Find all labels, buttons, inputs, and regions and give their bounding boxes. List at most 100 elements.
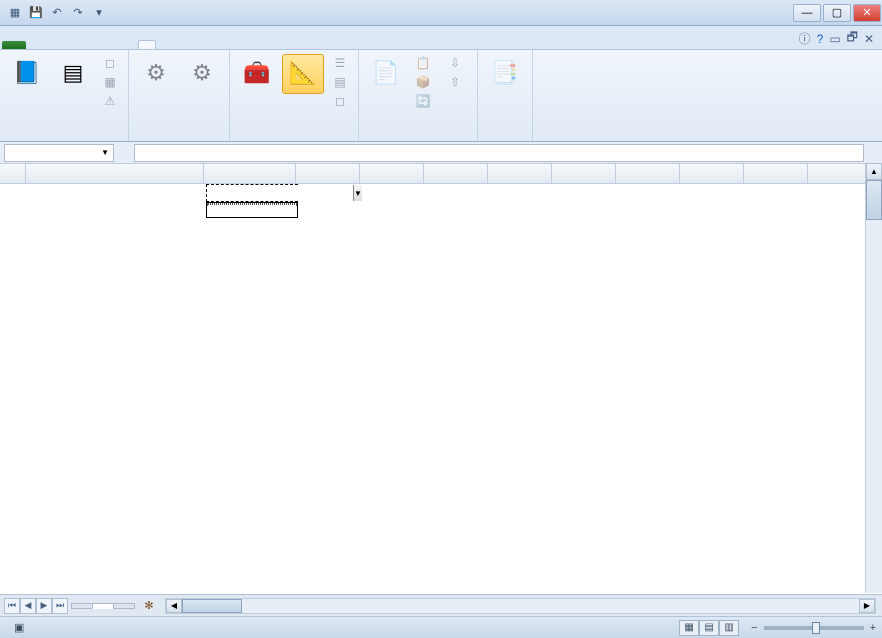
document-panel-button[interactable]: 📑: [484, 54, 526, 94]
tab-view[interactable]: [122, 41, 138, 49]
maximize-button[interactable]: ▢: [823, 4, 851, 22]
view-code-icon: ▤: [332, 74, 348, 90]
col-header-a[interactable]: [26, 164, 204, 184]
refs-icon: ▦: [102, 74, 118, 90]
sheet-tab-3[interactable]: [113, 603, 135, 609]
page-break-view-icon[interactable]: ▥: [719, 620, 739, 636]
quick-access-toolbar: ▦ 💾 ↶ ↷ ▾: [0, 4, 108, 22]
normal-view-icon[interactable]: ▦: [679, 620, 699, 636]
options-icon[interactable]: ⓘ: [799, 30, 811, 47]
scroll-left-icon[interactable]: ◀: [166, 599, 182, 613]
sheet-nav-first-icon[interactable]: ⏮: [4, 598, 20, 614]
design-mode-button[interactable]: 📐: [282, 54, 324, 94]
refresh-data-button[interactable]: 🔄: [411, 92, 439, 110]
run-dialog-button[interactable]: ◻: [328, 92, 352, 110]
import-button[interactable]: ⇩: [443, 54, 471, 72]
formula-input[interactable]: [134, 144, 864, 162]
sheet-nav-prev-icon[interactable]: ◀: [20, 598, 36, 614]
export-button[interactable]: ⇧: [443, 73, 471, 91]
properties-icon: ☰: [332, 55, 348, 71]
horizontal-scrollbar[interactable]: ◀ ▶: [165, 598, 876, 614]
minimize-button[interactable]: —: [793, 4, 821, 22]
spreadsheet-grid: [0, 164, 882, 594]
source-button[interactable]: 📄: [365, 54, 407, 94]
record-macro-button[interactable]: ◻: [98, 54, 122, 72]
minimize-ribbon-icon[interactable]: ▭: [829, 32, 840, 46]
scroll-up-icon[interactable]: ▲: [866, 163, 882, 180]
tab-home[interactable]: [26, 41, 42, 49]
tab-developer[interactable]: [138, 40, 156, 49]
excel-icon: ▦: [6, 4, 24, 22]
relative-refs-button[interactable]: ▦: [98, 73, 122, 91]
insert-sheet-icon[interactable]: ✻: [139, 599, 159, 612]
record-icon: ◻: [102, 55, 118, 71]
vertical-scrollbar[interactable]: ▲: [865, 163, 882, 593]
group-xml: 📄 📋 📦 🔄 ⇩ ⇧: [359, 50, 478, 141]
tab-formulas[interactable]: [74, 41, 90, 49]
group-modify: 📑: [478, 50, 533, 141]
addins-button[interactable]: ⚙: [135, 54, 177, 94]
save-icon[interactable]: 💾: [27, 4, 45, 22]
view-buttons: ▦ ▤ ▥: [679, 620, 739, 636]
docpanel-icon: 📑: [489, 57, 521, 89]
close-doc-icon[interactable]: ✕: [864, 32, 874, 46]
help-icon[interactable]: ?: [817, 32, 824, 46]
col-header-f[interactable]: [488, 164, 552, 184]
undo-icon[interactable]: ↶: [48, 4, 66, 22]
zoom-knob[interactable]: [812, 622, 820, 634]
col-header-b[interactable]: [204, 164, 296, 184]
group-code: 📘 ▤ ◻ ▦ ⚠: [0, 50, 129, 141]
group-controls: 🧰 📐 ☰ ▤ ◻: [230, 50, 359, 141]
insert-control-button[interactable]: 🧰: [236, 54, 278, 94]
close-button[interactable]: ✕: [853, 4, 881, 22]
sheet-tab-1[interactable]: [71, 603, 93, 609]
col-header-h[interactable]: [616, 164, 680, 184]
scroll-right-icon[interactable]: ▶: [859, 599, 875, 613]
macro-security-button[interactable]: ⚠: [98, 92, 122, 110]
col-header-g[interactable]: [552, 164, 616, 184]
zoom-out-icon[interactable]: −: [751, 622, 757, 634]
name-box[interactable]: ▼: [4, 144, 114, 162]
col-header-e[interactable]: [424, 164, 488, 184]
properties-button[interactable]: ☰: [328, 54, 352, 72]
select-all-corner[interactable]: [0, 164, 26, 184]
view-code-button[interactable]: ▤: [328, 73, 352, 91]
macro-record-icon[interactable]: ▣: [14, 621, 24, 634]
com-addins-button[interactable]: ⚙: [181, 54, 223, 94]
sheet-tab-2[interactable]: [92, 603, 114, 609]
tab-data[interactable]: [90, 41, 106, 49]
col-header-j[interactable]: [744, 164, 808, 184]
zoom-in-icon[interactable]: +: [870, 622, 876, 634]
visual-basic-button[interactable]: 📘: [6, 54, 48, 94]
tab-addins[interactable]: [156, 41, 172, 49]
sheet-nav-next-icon[interactable]: ▶: [36, 598, 52, 614]
map-properties-button[interactable]: 📋: [411, 54, 439, 72]
zoom-slider[interactable]: [764, 626, 864, 630]
macros-button[interactable]: ▤: [52, 54, 94, 94]
page-layout-view-icon[interactable]: ▤: [699, 620, 719, 636]
sheet-nav-last-icon[interactable]: ⏭: [52, 598, 68, 614]
tab-foxit[interactable]: [172, 41, 188, 49]
tab-abbyy[interactable]: [188, 41, 204, 49]
help-area: ⓘ ? ▭ 🗗 ✕: [799, 28, 882, 49]
expansion-packs-button[interactable]: 📦: [411, 73, 439, 91]
col-header-k[interactable]: [808, 164, 872, 184]
file-tab[interactable]: [2, 41, 26, 49]
tab-review[interactable]: [106, 41, 122, 49]
dropdown-item[interactable]: [207, 215, 297, 217]
tab-layout[interactable]: [58, 41, 74, 49]
combobox-control[interactable]: [206, 184, 298, 202]
redo-icon[interactable]: ↷: [69, 4, 87, 22]
window-controls: — ▢ ✕: [792, 3, 882, 23]
qat-more-icon[interactable]: ▾: [90, 4, 108, 22]
combobox-input[interactable]: [207, 185, 353, 201]
com-icon: ⚙: [186, 57, 218, 89]
col-header-i[interactable]: [680, 164, 744, 184]
tab-insert[interactable]: [42, 41, 58, 49]
scroll-thumb[interactable]: [866, 180, 882, 220]
col-header-c[interactable]: [296, 164, 360, 184]
restore-window-icon[interactable]: 🗗: [847, 28, 858, 49]
col-header-d[interactable]: [360, 164, 424, 184]
hscroll-thumb[interactable]: [182, 599, 242, 613]
combobox-arrow[interactable]: [353, 185, 362, 201]
